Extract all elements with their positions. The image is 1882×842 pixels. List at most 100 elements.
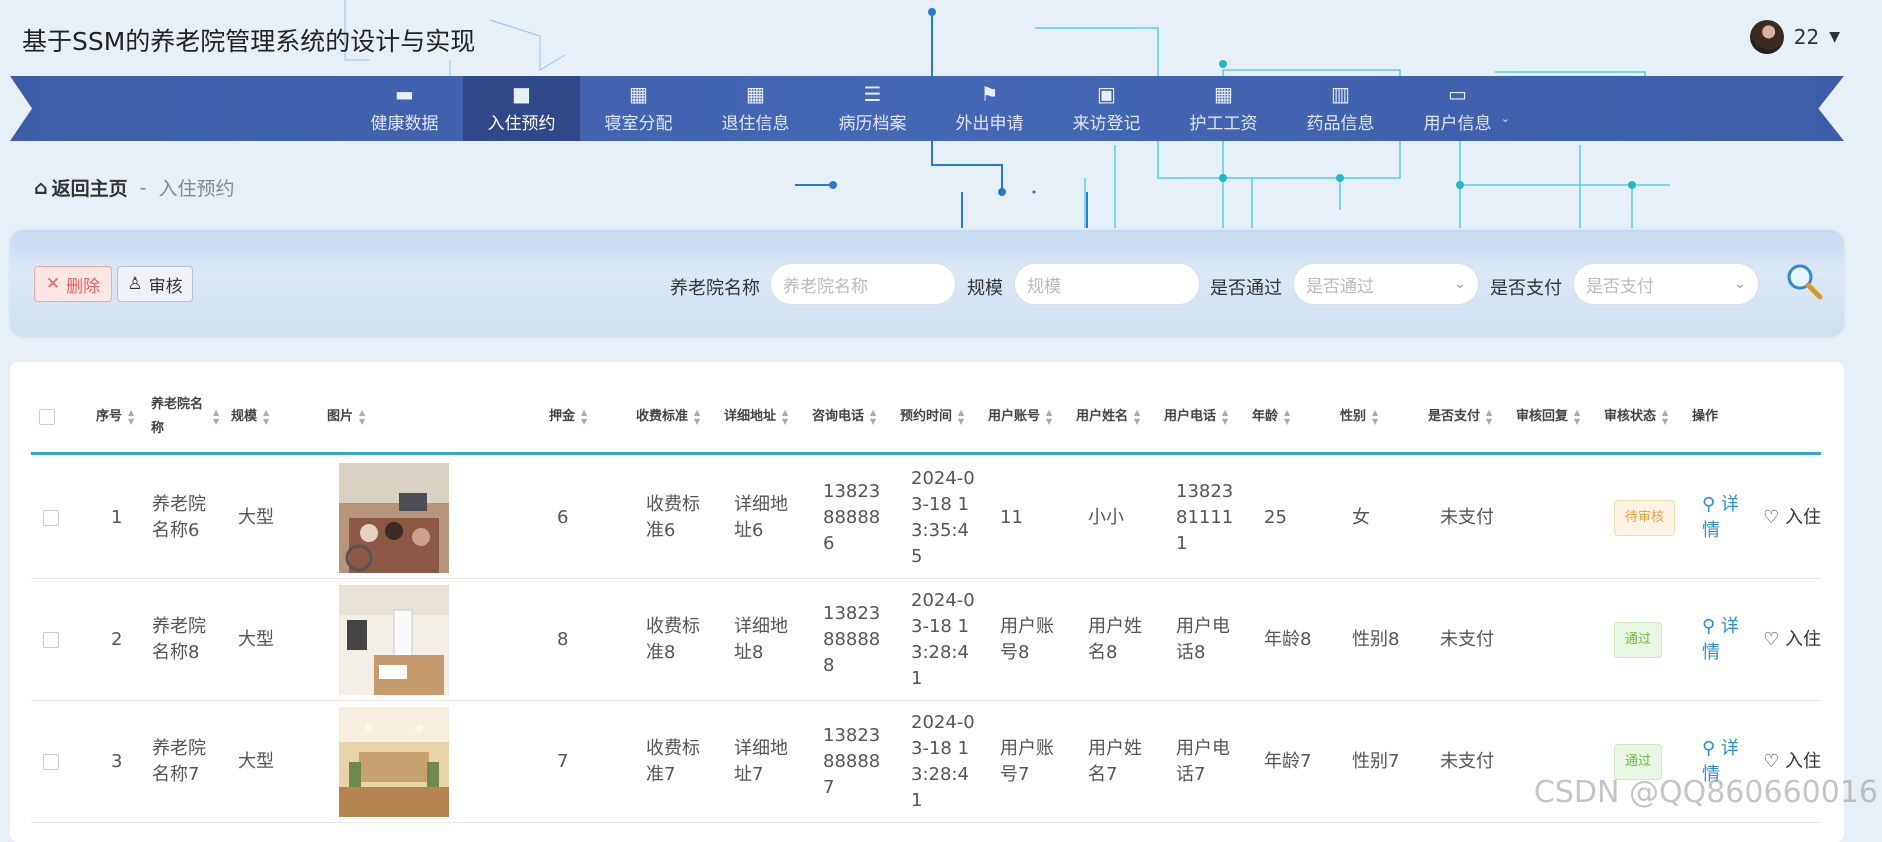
- nav-item-1[interactable]: ■ 入住预约: [463, 76, 580, 141]
- row-checkbox-cell[interactable]: [43, 580, 59, 700]
- column-header-fee[interactable]: 收费标准 ▲ ▼: [636, 382, 700, 452]
- cell-seq: 2: [111, 629, 123, 650]
- cell-fee: 收费标准8: [646, 616, 700, 663]
- sort-icon[interactable]: ▲ ▼: [1284, 408, 1290, 426]
- nav-item-2[interactable]: ▦ 寝室分配: [580, 76, 697, 141]
- nav-item-8[interactable]: ▥ 药品信息: [1282, 76, 1399, 141]
- select-all-checkbox[interactable]: [39, 382, 55, 452]
- sort-icon[interactable]: ▲ ▼: [694, 408, 700, 426]
- cell-image: [339, 458, 449, 578]
- list-icon: ☰: [863, 82, 882, 106]
- sort-icon[interactable]: ▲ ▼: [581, 408, 587, 426]
- row-checkbox-cell[interactable]: [43, 702, 59, 822]
- name-filter-input[interactable]: 养老院名称: [770, 263, 956, 305]
- cell-time: 2024-03-18 13:28:41: [911, 590, 975, 689]
- cell-gender: 性别8: [1352, 629, 1400, 650]
- sort-icon[interactable]: ▲ ▼: [1222, 408, 1228, 426]
- delete-button[interactable]: ✕ 删除: [34, 266, 112, 302]
- nav-item-5[interactable]: ⚑ 外出申请: [931, 76, 1048, 141]
- column-header-uphone[interactable]: 用户电话 ▲ ▼: [1164, 382, 1228, 452]
- user-menu[interactable]: 22 ▼: [1749, 20, 1840, 54]
- cell-name: 养老院名称6: [152, 494, 206, 541]
- detail-icon: ⚲: [1702, 738, 1721, 759]
- status-badge: 通过: [1614, 622, 1663, 658]
- nursing-home-photo[interactable]: [339, 463, 449, 573]
- cell-paid: 未支付: [1440, 629, 1494, 650]
- nav-item-9[interactable]: ▭ 用户信息 ⌄: [1399, 76, 1516, 141]
- column-header-time[interactable]: 预约时间 ▲ ▼: [900, 382, 964, 452]
- column-header-reply[interactable]: 审核回复 ▲ ▼: [1516, 382, 1580, 452]
- column-header-label: 性别: [1340, 409, 1367, 424]
- row-checkbox[interactable]: [43, 632, 59, 648]
- cell-seq: 1: [111, 507, 123, 528]
- column-header-gender[interactable]: 性别 ▲ ▼: [1340, 382, 1378, 452]
- breadcrumb-home[interactable]: ⌂ 返回主页: [34, 174, 128, 201]
- cell-scale: 大型: [238, 751, 274, 772]
- cell-uphone: 13823811111: [1176, 481, 1234, 554]
- nav-item-label: 寝室分配: [604, 114, 673, 134]
- audit-button[interactable]: ♙ 审核: [117, 266, 193, 302]
- column-header-image[interactable]: 图片 ▲ ▼: [327, 382, 365, 452]
- sort-icon[interactable]: ▲ ▼: [1486, 408, 1492, 426]
- watermark: CSDN @QQ860660016: [1533, 775, 1878, 810]
- column-header-label: 操作: [1692, 409, 1719, 424]
- nav-item-4[interactable]: ☰ 病历档案: [814, 76, 931, 141]
- column-header-seq[interactable]: 序号 ▲ ▼: [96, 382, 134, 452]
- user-icon: ♙: [127, 274, 143, 294]
- column-header-label: 年龄: [1252, 409, 1279, 424]
- nav-item-3[interactable]: ▦ 退住信息: [697, 76, 814, 141]
- detail-button[interactable]: ⚲ 详情: [1702, 614, 1745, 666]
- column-header-name[interactable]: 养老院名称 ▲ ▼: [151, 382, 219, 452]
- nav-item-0[interactable]: ▬ 健康数据: [346, 76, 463, 141]
- column-header-paid[interactable]: 是否支付 ▲ ▼: [1428, 382, 1492, 452]
- row-checkbox[interactable]: [43, 510, 59, 526]
- column-header-address[interactable]: 详细地址 ▲ ▼: [724, 382, 788, 452]
- nav-items: ▬ 健康数据 ■ 入住预约 ▦ 寝室分配 ▦ 退住信息 ☰ 病历档案 ⚑ 外出申请 ▣ 来访登记 ▦ 护工工资…: [346, 76, 1516, 141]
- sort-icon[interactable]: ▲ ▼: [213, 408, 219, 426]
- column-header-uname[interactable]: 用户姓名 ▲ ▼: [1076, 382, 1140, 452]
- sort-icon[interactable]: ▲ ▼: [1046, 408, 1052, 426]
- column-header-scale[interactable]: 规模 ▲ ▼: [231, 382, 269, 452]
- cell-phone: 13823888888: [823, 603, 881, 676]
- checkin-button[interactable]: ♡ 入住: [1763, 749, 1821, 775]
- scale-filter-input[interactable]: 规模: [1014, 263, 1200, 305]
- sort-icon[interactable]: ▲ ▼: [359, 408, 365, 426]
- sort-icon[interactable]: ▲ ▼: [263, 408, 269, 426]
- cell-scale: 大型: [238, 507, 274, 528]
- checkin-button[interactable]: ♡ 入住: [1763, 627, 1821, 653]
- sort-icon[interactable]: ▲ ▼: [128, 408, 134, 426]
- cell-gender: 女: [1352, 507, 1370, 528]
- nursing-home-photo[interactable]: [339, 707, 449, 817]
- checkbox[interactable]: [39, 409, 55, 425]
- row-checkbox[interactable]: [43, 754, 59, 770]
- sort-icon[interactable]: ▲ ▼: [1574, 408, 1580, 426]
- search-bar: ✕ 删除 ♙ 审核 养老院名称 养老院名称 规模 规模 是否通过 是否通过 ⌄ …: [10, 230, 1844, 337]
- sort-icon[interactable]: ▲ ▼: [870, 408, 876, 426]
- nav-item-7[interactable]: ▦ 护工工资: [1165, 76, 1282, 141]
- paid-filter-select[interactable]: 是否支付 ⌄: [1573, 263, 1759, 305]
- column-header-deposit[interactable]: 押金 ▲ ▼: [549, 382, 587, 452]
- sort-icon[interactable]: ▲ ▼: [1134, 408, 1140, 426]
- cell-fee: 收费标准7: [646, 738, 700, 785]
- nav-item-label: 外出申请: [955, 114, 1024, 134]
- checkin-button[interactable]: ♡ 入住: [1763, 505, 1821, 531]
- nav-item-6[interactable]: ▣ 来访登记: [1048, 76, 1165, 141]
- checkin-button-label: 入住: [1785, 751, 1821, 772]
- sort-icon[interactable]: ▲ ▼: [1662, 408, 1668, 426]
- column-header-label: 图片: [327, 409, 354, 424]
- sort-icon[interactable]: ▲ ▼: [958, 408, 964, 426]
- column-header-age[interactable]: 年龄 ▲ ▼: [1252, 382, 1290, 452]
- row-checkbox-cell[interactable]: [43, 458, 59, 578]
- column-header-account[interactable]: 用户账号 ▲ ▼: [988, 382, 1052, 452]
- nav-item-label: 健康数据: [370, 114, 439, 134]
- cell-paid: 未支付: [1440, 751, 1494, 772]
- detail-button[interactable]: ⚲ 详情: [1702, 492, 1745, 544]
- sort-icon[interactable]: ▲ ▼: [1372, 408, 1378, 426]
- sort-icon[interactable]: ▲ ▼: [782, 408, 788, 426]
- column-header-phone[interactable]: 咨询电话 ▲ ▼: [812, 382, 876, 452]
- cell-account: 用户账号8: [1000, 616, 1054, 663]
- column-header-status[interactable]: 审核状态 ▲ ▼: [1604, 382, 1668, 452]
- passed-filter-select[interactable]: 是否通过 ⌄: [1293, 263, 1479, 305]
- search-icon[interactable]: [1784, 262, 1824, 302]
- nursing-home-photo[interactable]: [339, 585, 449, 695]
